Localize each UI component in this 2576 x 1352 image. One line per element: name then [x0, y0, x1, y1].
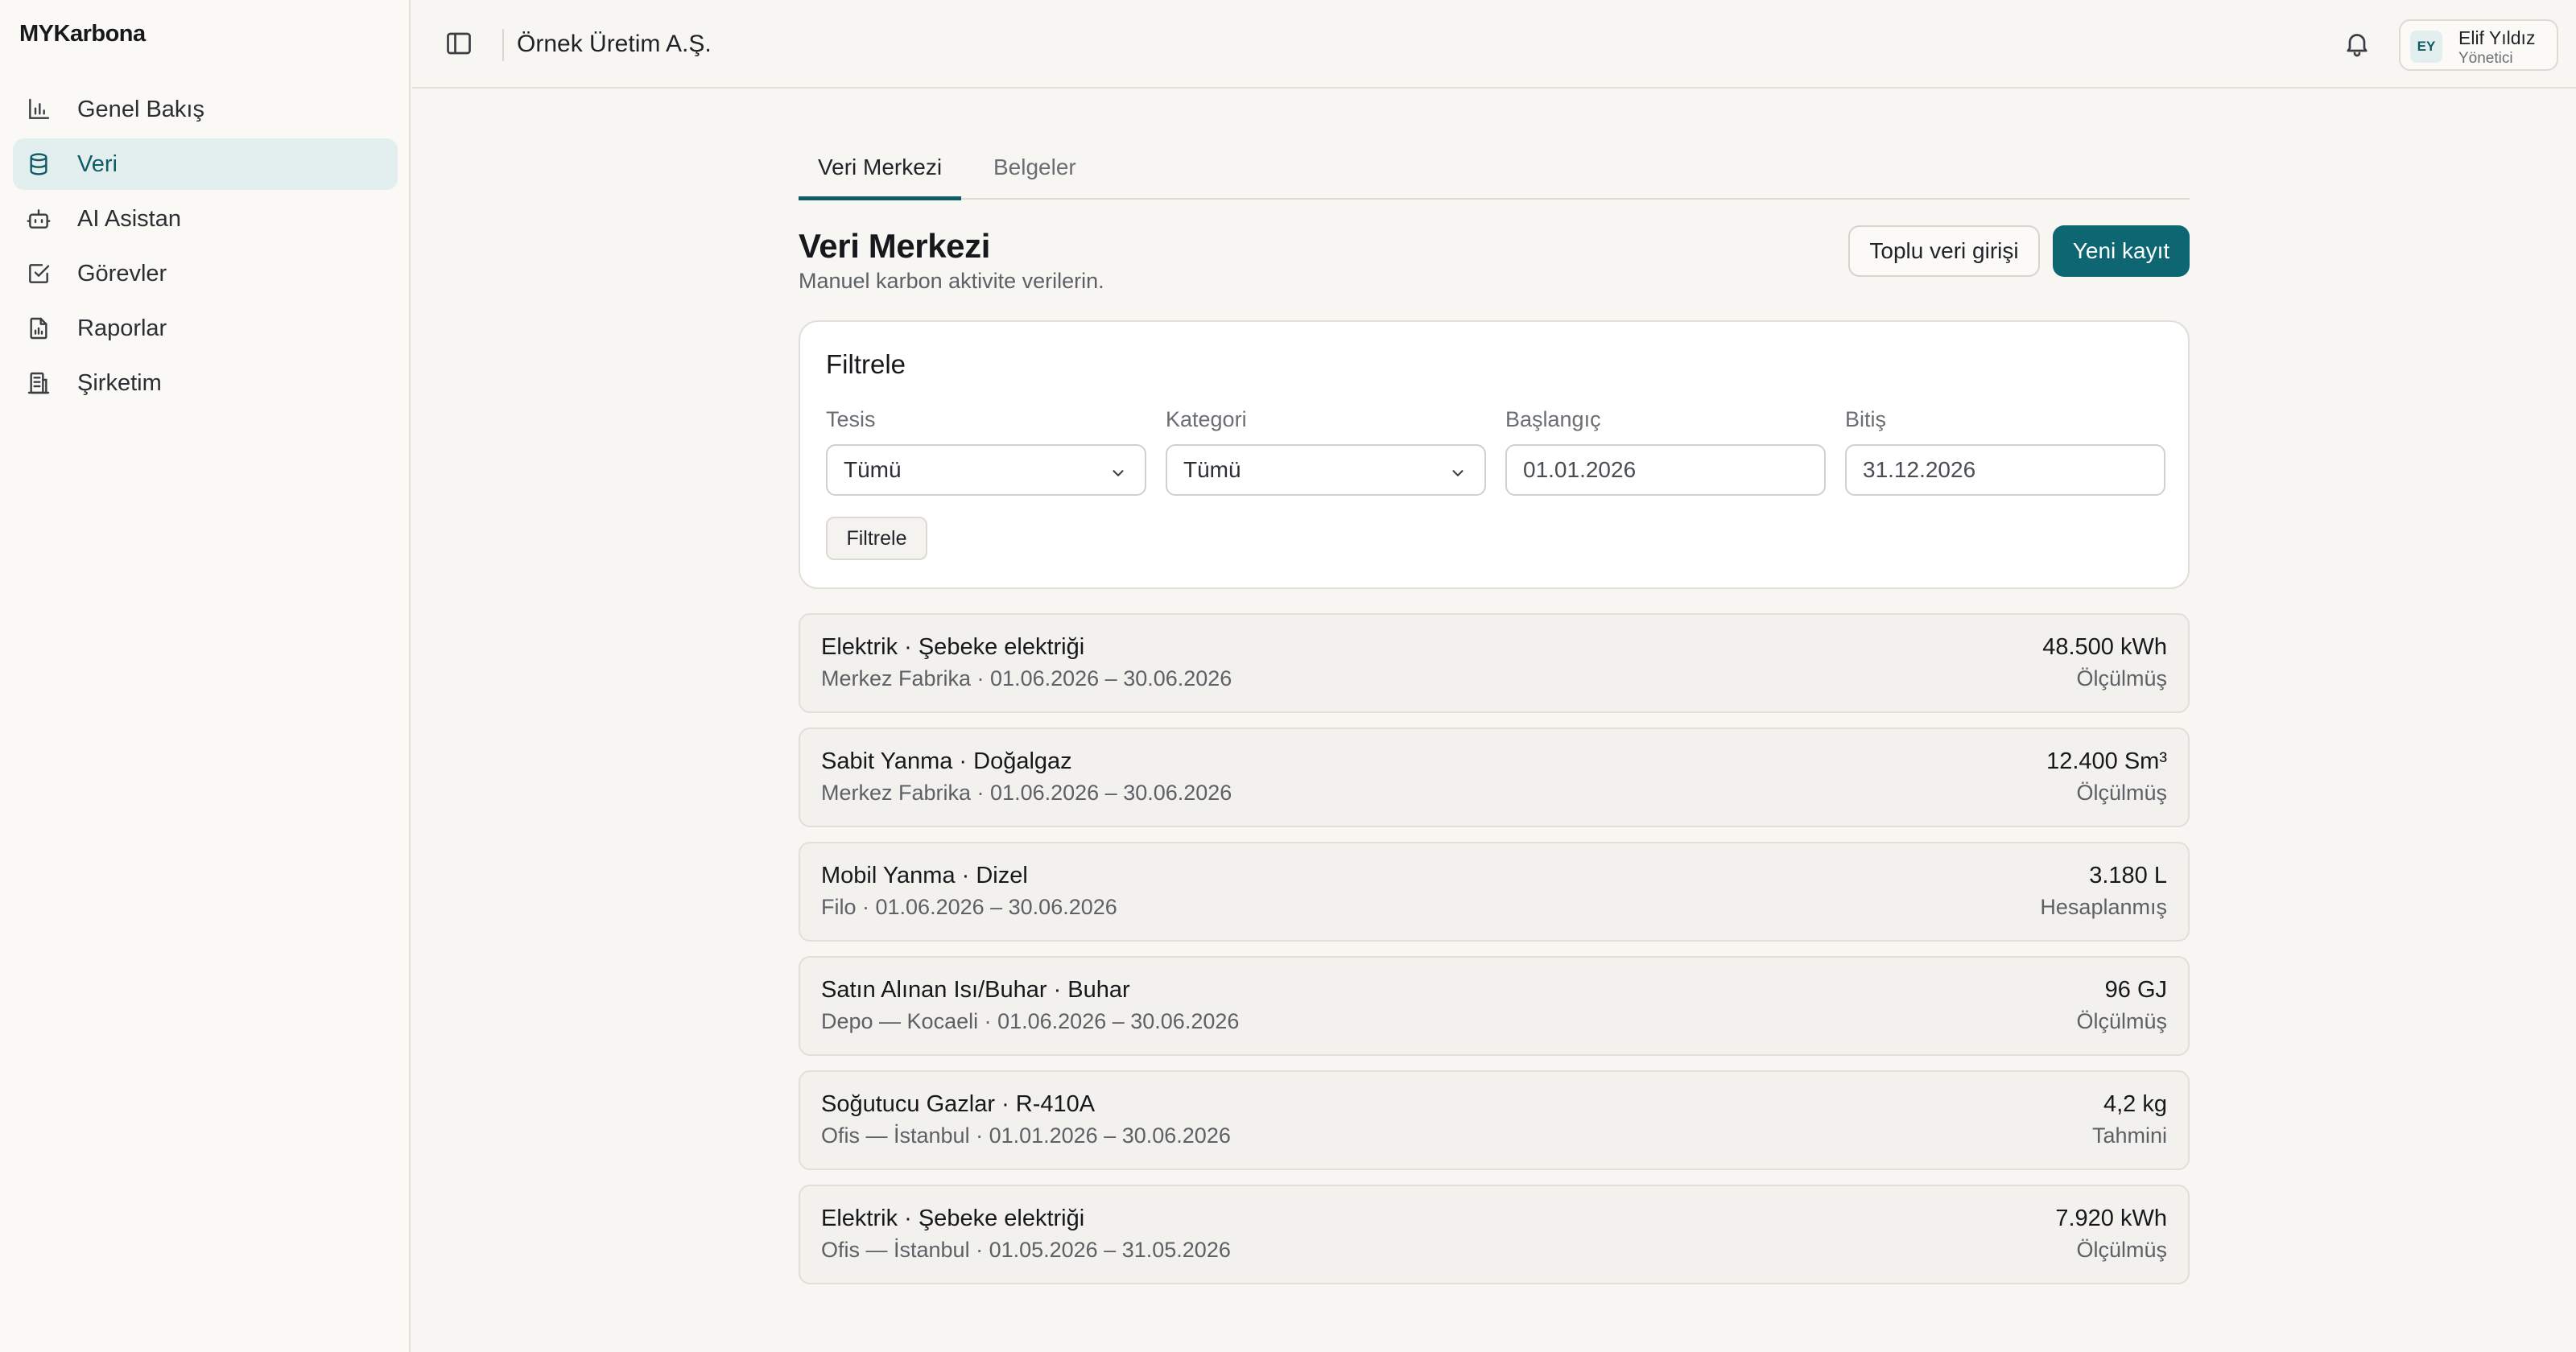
record-meta: Ofis — İstanbul · 01.01.2026 – 30.06.202…	[821, 1123, 1231, 1148]
sidebar-item-label: AI Asistan	[77, 205, 181, 232]
bar-chart-icon	[26, 97, 52, 122]
category-label: Kategori	[1166, 407, 1247, 431]
new-record-button[interactable]: Yeni kayıt	[2053, 225, 2190, 277]
sidebar-item-gorevler[interactable]: Görevler	[13, 248, 398, 299]
record-amount: 4,2 kg	[2103, 1091, 2167, 1117]
sidebar-item-label: Raporlar	[77, 315, 167, 341]
record-title: Sabit Yanma · Doğalgaz	[821, 748, 1072, 774]
record-status: Ölçülmüş	[2076, 1238, 2167, 1262]
header-divider	[502, 29, 504, 61]
bot-icon	[26, 206, 52, 232]
sidebar-item-genel-bakis[interactable]: Genel Bakış	[13, 84, 398, 135]
record-amount: 12.400 Sm³	[2046, 748, 2167, 774]
sidebar-nav: Genel Bakış Veri AI Asistan Görevler Rap…	[13, 84, 398, 412]
record-title: Mobil Yanma · Dizel	[821, 863, 1028, 888]
list-item[interactable]: Mobil Yanma · Dizel Filo · 01.06.2026 – …	[799, 842, 2190, 942]
end-date-label: Bitiş	[1845, 407, 1887, 431]
list-item[interactable]: Elektrik · Şebeke elektriği Ofis — İstan…	[799, 1185, 2190, 1284]
filter-title: Filtrele	[826, 349, 906, 379]
record-meta: Depo — Kocaeli · 01.06.2026 – 30.06.2026	[821, 1009, 1240, 1033]
category-value: Tümü	[1183, 457, 1241, 482]
record-status: Ölçülmüş	[2076, 781, 2167, 805]
sidebar-item-label: Şirketim	[77, 369, 162, 396]
record-meta: Merkez Fabrika · 01.06.2026 – 30.06.2026	[821, 666, 1232, 690]
page-subtitle: Manuel karbon aktivite verilerin.	[799, 269, 1104, 293]
list-item[interactable]: Sabit Yanma · Doğalgaz Merkez Fabrika · …	[799, 728, 2190, 827]
avatar: EY	[2410, 31, 2442, 63]
sidebar-item-ai-asistan[interactable]: AI Asistan	[13, 193, 398, 245]
brand-logo[interactable]: MYKarbona	[19, 21, 146, 47]
tab-veri-merkezi[interactable]: Veri Merkezi	[799, 155, 962, 200]
sidebar-item-raporlar[interactable]: Raporlar	[13, 303, 398, 354]
report-file-icon	[26, 315, 52, 341]
user-role: Yönetici	[2458, 50, 2513, 67]
facility-select[interactable]: Tümü	[826, 444, 1146, 496]
sidebar-item-sirketim[interactable]: Şirketim	[13, 357, 398, 409]
end-date-value: 31.12.2026	[1863, 457, 1976, 482]
list-item[interactable]: Soğutucu Gazlar · R-410A Ofis — İstanbul…	[799, 1070, 2190, 1170]
record-status: Tahmini	[2091, 1123, 2167, 1148]
record-amount: 3.180 L	[2089, 863, 2167, 888]
chevron-down-icon	[1449, 462, 1467, 480]
record-title: Elektrik · Şebeke elektriği	[821, 634, 1085, 660]
record-amount: 7.920 kWh	[2055, 1206, 2167, 1231]
list-item[interactable]: Elektrik · Şebeke elektriği Merkez Fabri…	[799, 613, 2190, 713]
start-date-value: 01.01.2026	[1523, 457, 1637, 482]
sidebar: MYKarbona Genel Bakış Veri AI Asistan Gö…	[0, 0, 411, 1352]
record-amount: 96 GJ	[2104, 977, 2167, 1003]
end-date-input[interactable]: 31.12.2026	[1845, 444, 2165, 496]
database-icon	[26, 151, 52, 177]
bulk-entry-button[interactable]: Toplu veri girişi	[1848, 225, 2040, 277]
record-status: Hesaplanmış	[2040, 895, 2167, 919]
start-date-label: Başlangıç	[1505, 407, 1601, 431]
apply-filter-button[interactable]: Filtrele	[826, 517, 927, 560]
page-title: Veri Merkezi	[799, 227, 991, 265]
record-status: Ölçülmüş	[2076, 1009, 2167, 1033]
sidebar-item-veri[interactable]: Veri	[13, 138, 398, 190]
record-status: Ölçülmüş	[2076, 666, 2167, 690]
company-name: Örnek Üretim A.Ş.	[517, 31, 712, 57]
record-amount: 48.500 kWh	[2042, 634, 2167, 660]
start-date-input[interactable]: 01.01.2026	[1505, 444, 1826, 496]
chevron-down-icon	[1109, 462, 1127, 480]
facility-value: Tümü	[844, 457, 902, 482]
check-square-icon	[26, 261, 52, 286]
main-content: Veri Merkezi Belgeler Veri Merkezi Manue…	[799, 137, 2190, 1284]
record-title: Satın Alınan Isı/Buhar · Buhar	[821, 977, 1130, 1003]
record-title: Elektrik · Şebeke elektriği	[821, 1206, 1085, 1231]
records-list: Elektrik · Şebeke elektriği Merkez Fabri…	[799, 613, 2190, 1299]
sidebar-item-label: Genel Bakış	[77, 96, 204, 122]
building-icon	[26, 370, 52, 396]
user-name: Elif Yıldız	[2458, 27, 2536, 48]
record-meta: Merkez Fabrika · 01.06.2026 – 30.06.2026	[821, 781, 1232, 805]
tab-belgeler[interactable]: Belgeler	[993, 155, 1076, 196]
record-meta: Filo · 01.06.2026 – 30.06.2026	[821, 895, 1117, 919]
sidebar-toggle-icon[interactable]	[444, 29, 473, 58]
top-header: Örnek Üretim A.Ş. EY Elif Yıldız Yönetic…	[412, 0, 2576, 89]
facility-label: Tesis	[826, 407, 876, 431]
list-item[interactable]: Satın Alınan Isı/Buhar · Buhar Depo — Ko…	[799, 956, 2190, 1056]
record-title: Soğutucu Gazlar · R-410A	[821, 1091, 1096, 1117]
record-meta: Ofis — İstanbul · 01.05.2026 – 31.05.202…	[821, 1238, 1231, 1262]
sidebar-item-label: Görevler	[77, 260, 167, 286]
tab-bar: Veri Merkezi Belgeler	[799, 137, 2190, 200]
user-menu-button[interactable]: EY Elif Yıldız Yönetici	[2399, 19, 2558, 71]
bell-icon[interactable]	[2343, 29, 2372, 58]
sidebar-item-label: Veri	[77, 150, 118, 177]
filter-card: Filtrele Tesis Tümü Kategori Tümü Başlan…	[799, 320, 2190, 589]
category-select[interactable]: Tümü	[1166, 444, 1486, 496]
